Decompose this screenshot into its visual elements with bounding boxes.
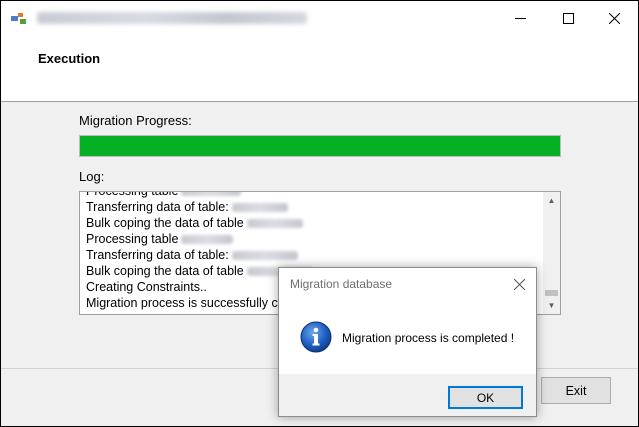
minimize-button[interactable] [497, 1, 543, 36]
log-line: Transferring data of table: [86, 199, 542, 215]
message-dialog: Migration database Migration process is … [278, 267, 537, 417]
migration-progress-bar [79, 135, 561, 157]
close-icon [608, 13, 620, 24]
dialog-message: Migration process is completed ! [342, 331, 515, 345]
log-line: Processing table [86, 192, 542, 199]
log-line: Processing table [86, 231, 542, 247]
close-icon [513, 278, 525, 290]
exit-button[interactable]: Exit [541, 377, 611, 404]
maximize-button[interactable] [545, 1, 591, 36]
scroll-up-icon[interactable]: ▲ [543, 192, 560, 209]
progress-fill [80, 136, 560, 156]
log-scrollbar[interactable]: ▲ ▼ [543, 192, 560, 314]
info-icon [300, 321, 332, 353]
page-title: Execution [38, 51, 101, 66]
ok-button[interactable]: OK [448, 386, 523, 409]
title-bar[interactable] [1, 1, 638, 36]
close-button[interactable] [591, 1, 637, 36]
dialog-title-bar[interactable]: Migration database [279, 268, 536, 300]
progress-label: Migration Progress: [79, 113, 192, 128]
dialog-title: Migration database [290, 277, 393, 291]
log-label: Log: [79, 169, 105, 184]
window-title [37, 12, 307, 24]
app-icon [11, 11, 27, 25]
header-panel: Execution [1, 36, 638, 102]
maximize-icon [562, 13, 574, 24]
dialog-close-button[interactable] [502, 268, 536, 300]
log-line: Transferring data of table: [86, 247, 542, 263]
dialog-body: Migration process is completed ! [279, 300, 536, 374]
scroll-down-icon[interactable]: ▼ [543, 297, 560, 314]
log-line: Bulk coping the data of table [86, 215, 542, 231]
scroll-thumb[interactable] [545, 290, 558, 296]
main-window: Execution Migration Progress: Log: Proce… [0, 0, 639, 427]
minimize-icon [514, 18, 526, 19]
